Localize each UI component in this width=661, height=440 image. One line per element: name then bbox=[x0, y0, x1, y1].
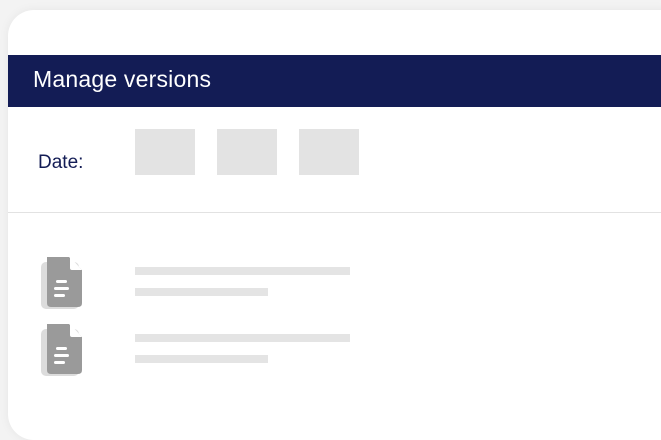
date-day-field[interactable] bbox=[135, 129, 195, 175]
document-icon bbox=[41, 324, 82, 376]
panel-title: Manage versions bbox=[33, 66, 212, 92]
version-name-placeholder bbox=[135, 267, 350, 275]
version-list-item[interactable] bbox=[8, 322, 661, 378]
manage-versions-panel: Manage versions Date: bbox=[8, 10, 661, 440]
date-label: Date: bbox=[38, 152, 84, 173]
date-month-field[interactable] bbox=[217, 129, 277, 175]
date-filter-row: Date: bbox=[8, 107, 661, 212]
version-name-placeholder bbox=[135, 334, 350, 342]
version-detail-placeholder bbox=[135, 355, 268, 363]
divider bbox=[8, 212, 661, 213]
version-list-item[interactable] bbox=[8, 255, 661, 311]
date-year-field[interactable] bbox=[299, 129, 359, 175]
document-icon bbox=[41, 257, 82, 309]
panel-header: Manage versions bbox=[8, 55, 661, 107]
version-detail-placeholder bbox=[135, 288, 268, 296]
